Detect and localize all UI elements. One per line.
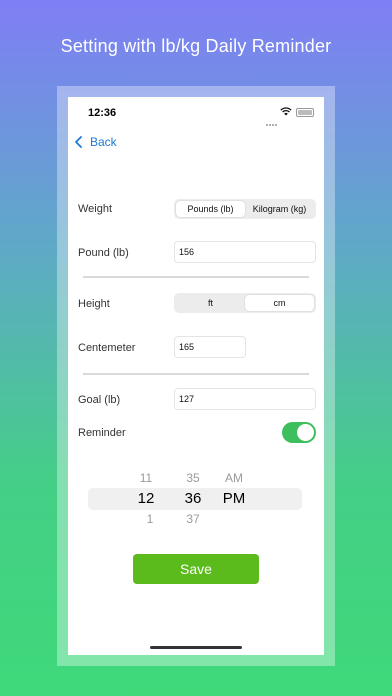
pound-label: Pound (lb) <box>78 247 129 259</box>
toggle-knob <box>297 424 314 441</box>
centimeter-input[interactable]: 165 <box>174 336 246 358</box>
weight-unit-segmented-control: Pounds (lb) Kilogram (kg) <box>174 199 316 219</box>
segment-pounds[interactable]: Pounds (lb) <box>176 201 245 217</box>
phone-screen: 12:36 Back Weight Pounds (lb) Kilogram (… <box>68 97 324 655</box>
home-indicator <box>150 646 242 649</box>
battery-icon <box>296 108 314 117</box>
minute-selected[interactable]: 36 <box>178 490 208 507</box>
status-bar: 12:36 <box>68 97 324 131</box>
back-button[interactable]: Back <box>72 135 117 149</box>
signal-icon <box>266 113 278 126</box>
reminder-toggle[interactable] <box>282 422 316 443</box>
centimeter-label: Centemeter <box>78 342 136 354</box>
goal-label: Goal (lb) <box>78 394 121 406</box>
period-prev[interactable]: AM <box>219 471 249 485</box>
weight-label: Weight <box>78 203 113 215</box>
status-time: 12:36 <box>88 107 117 119</box>
hour-selected[interactable]: 12 <box>131 490 161 507</box>
segment-cm[interactable]: cm <box>245 295 314 311</box>
hour-prev[interactable]: 11 <box>131 471 161 485</box>
promo-headline: Setting with lb/kg Daily Reminder <box>60 36 332 56</box>
height-unit-segmented-control: ft cm <box>174 293 316 313</box>
period-selected[interactable]: PM <box>219 490 249 507</box>
segment-ft[interactable]: ft <box>176 295 245 311</box>
pound-input[interactable]: 156 <box>174 241 316 263</box>
save-button[interactable]: Save <box>133 554 259 584</box>
wifi-icon <box>280 107 292 116</box>
minute-next[interactable]: 37 <box>178 512 208 526</box>
divider <box>83 373 309 375</box>
segment-kilogram[interactable]: Kilogram (kg) <box>245 201 314 217</box>
back-label: Back <box>90 135 117 149</box>
chevron-left-icon <box>75 136 82 148</box>
divider <box>83 276 309 278</box>
minute-prev[interactable]: 35 <box>178 471 208 485</box>
height-label: Height <box>78 298 110 310</box>
goal-input[interactable]: 127 <box>174 388 316 410</box>
hour-next[interactable]: 1 <box>135 512 165 526</box>
reminder-label: Reminder <box>78 427 126 439</box>
